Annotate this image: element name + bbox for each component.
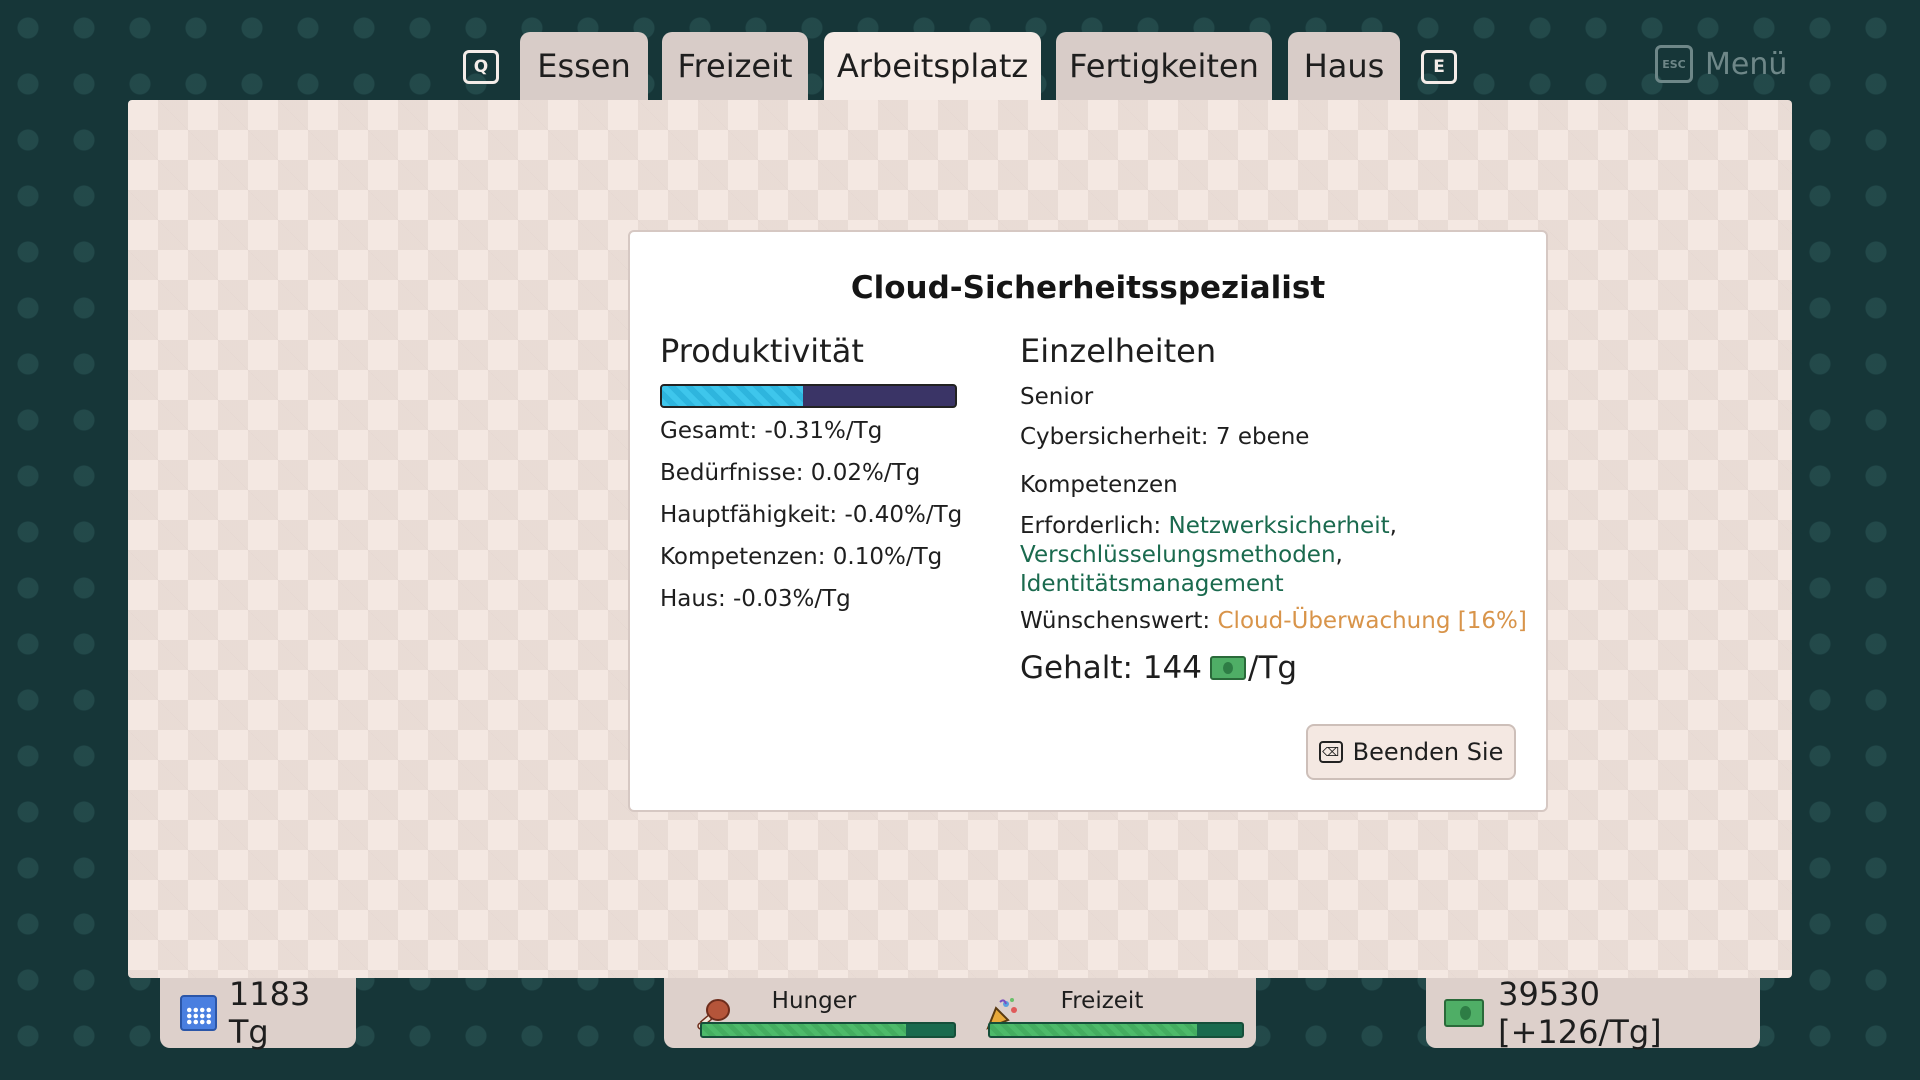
job-level: Senior: [1020, 384, 1094, 410]
leisure-bar: [988, 1022, 1244, 1038]
details-section: Einzelheiten Senior Cybersicherheit: 7 e…: [1020, 332, 1530, 686]
tab-freizeit[interactable]: Freizeit: [662, 32, 808, 100]
hunger-bar-fill: [702, 1024, 907, 1036]
needs-panel: Hunger Freizeit: [664, 978, 1256, 1048]
salary-unit: /Tg: [1247, 650, 1298, 686]
prev-tab-key[interactable]: Q: [463, 50, 499, 84]
menu-label: Menü: [1705, 46, 1788, 82]
stat-main-skill: Hauptfähigkeit: -0.40%/Tg: [660, 502, 963, 528]
days-counter: 1183 Tg: [160, 975, 356, 1051]
tab-fertigkeiten[interactable]: Fertigkeiten: [1056, 32, 1272, 100]
job-skill-requirement: Cybersicherheit: 7 ebene: [1020, 424, 1310, 450]
hunger-bar: [700, 1022, 956, 1038]
money-counter: 39530 [+126/Tg]: [1426, 975, 1760, 1051]
tab-essen[interactable]: Essen: [520, 32, 648, 100]
competency-identity-management: Identitätsmanagement: [1020, 571, 1284, 597]
required-label: Erforderlich:: [1020, 513, 1169, 539]
stat-needs: Bedürfnisse: 0.02%/Tg: [660, 460, 921, 486]
job-card: Cloud-Sicherheitsspezialist Produktivitä…: [628, 230, 1548, 812]
details-heading: Einzelheiten: [1020, 332, 1217, 370]
hunger-label: Hunger: [771, 988, 857, 1014]
stat-competencies: Kompetenzen: 0.10%/Tg: [660, 544, 943, 570]
salary-label: Gehalt: 144: [1020, 650, 1202, 686]
stat-house: Haus: -0.03%/Tg: [660, 586, 851, 612]
next-tab-key[interactable]: E: [1421, 50, 1457, 84]
need-hunger: Hunger: [676, 988, 956, 1038]
tab-bar: Q Essen Freizeit Arbeitsplatz Fertigkeit…: [0, 32, 1920, 100]
menu-button[interactable]: ESC Menü: [1655, 42, 1787, 86]
need-leisure: Freizeit: [964, 988, 1244, 1038]
tab-haus[interactable]: Haus: [1288, 32, 1400, 100]
calendar-icon: [180, 995, 217, 1031]
competencies-heading: Kompetenzen: [1020, 472, 1178, 498]
exit-icon: ⌫: [1318, 741, 1343, 763]
salary: Gehalt: 144 /Tg: [1020, 650, 1530, 686]
money-value: 39530 [+126/Tg]: [1498, 975, 1662, 1051]
tab-arbeitsplatz[interactable]: Arbeitsplatz: [824, 32, 1041, 100]
job-title: Cloud-Sicherheitsspezialist: [850, 270, 1326, 306]
leisure-bar-fill: [990, 1024, 1197, 1036]
productivity-section: Produktivität Gesamt: -0.31%/Tg Bedürfni…: [660, 332, 970, 628]
days-value: 1183 Tg: [228, 975, 311, 1051]
stat-total: Gesamt: -0.31%/Tg: [660, 418, 883, 444]
competency-encryption: Verschlüsselungsmethoden: [1020, 542, 1336, 568]
leisure-label: Freizeit: [1060, 988, 1144, 1014]
esc-key-icon: ESC: [1655, 45, 1693, 83]
main-panel: Cloud-Sicherheitsspezialist Produktivitä…: [128, 100, 1792, 978]
desired-competencies: Wünschenswert: Cloud-Überwachung [16%]: [1020, 607, 1530, 636]
productivity-bar-fill: [662, 386, 803, 406]
desired-label: Wünschenswert:: [1020, 608, 1218, 634]
productivity-heading: Produktivität: [660, 332, 864, 370]
money-icon: [1209, 656, 1246, 680]
quit-job-button[interactable]: ⌫ Beenden Sie: [1306, 724, 1516, 780]
productivity-bar: [660, 384, 957, 408]
required-competencies: Erforderlich: Netzwerksicherheit, Versch…: [1020, 513, 1397, 597]
quit-job-label: Beenden Sie: [1352, 738, 1504, 766]
competency-network-security: Netzwerksicherheit: [1168, 513, 1390, 539]
money-icon: [1444, 999, 1485, 1027]
competency-cloud-monitoring: Cloud-Überwachung [16%]: [1217, 608, 1527, 634]
